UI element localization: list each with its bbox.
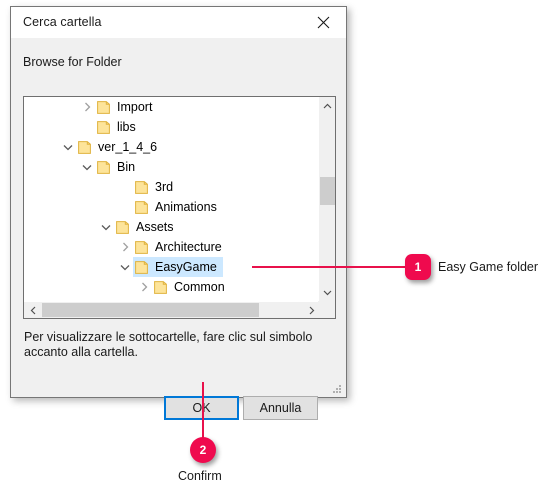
callout-2-label: Confirm (178, 469, 222, 483)
folder-icon (133, 257, 150, 277)
chevron-down-icon[interactable] (319, 284, 335, 301)
folder-icon (152, 277, 169, 297)
callout-1-leader-line (252, 266, 410, 268)
tree-item-label: Assets (136, 220, 174, 234)
tree-item-bin[interactable]: Bin (24, 157, 320, 177)
tree-item-label: Architecture (155, 240, 222, 254)
folder-icon (95, 97, 112, 117)
dialog-titlebar: Cerca cartella (11, 7, 346, 39)
tree-item-content[interactable]: Import (95, 97, 158, 117)
tree-item-content[interactable]: Common (152, 277, 231, 297)
chevron-right-icon[interactable] (136, 277, 152, 297)
tree-item-label: ver_1_4_6 (98, 140, 158, 154)
tree-item-animations[interactable]: Animations (24, 197, 320, 217)
tree-item-label: Animations (155, 200, 217, 214)
chevron-down-icon[interactable] (117, 257, 133, 277)
tree-item-label: Common (174, 280, 225, 294)
folder-tree-panel[interactable]: Import libs ver_1_4_6 Bin 3rd Animations Asset… (23, 96, 336, 319)
cancel-button[interactable]: Annulla (243, 396, 318, 420)
folder-icon (133, 237, 150, 257)
tree-item-content[interactable]: 3rd (133, 177, 179, 197)
tree-item-common[interactable]: Common (24, 277, 320, 297)
chevron-down-icon[interactable] (79, 157, 95, 177)
callout-2-leader-line (202, 382, 204, 444)
tree-item-content[interactable]: ver_1_4_6 (76, 137, 163, 157)
tree-item-label: Bin (117, 160, 136, 174)
folder-icon (133, 197, 150, 217)
tree-item-label: Import (117, 100, 153, 114)
folder-icon (95, 157, 112, 177)
twisty-spacer (117, 197, 133, 217)
folder-icon (114, 217, 131, 237)
browse-for-folder-label: Browse for Folder (23, 55, 122, 69)
tree-item-architecture[interactable]: Architecture (24, 237, 320, 257)
tree-item-content[interactable]: Architecture (133, 237, 228, 257)
horizontal-scrollbar-thumb[interactable] (42, 303, 259, 317)
tree-item-label: libs (117, 120, 136, 134)
tree-item-3rd[interactable]: 3rd (24, 177, 320, 197)
chevron-down-icon[interactable] (98, 217, 114, 237)
chevron-down-icon[interactable] (60, 137, 76, 157)
resize-grip[interactable] (331, 382, 343, 394)
tree-item-import[interactable]: Import (24, 97, 320, 117)
folder-icon (133, 177, 150, 197)
tree-item-content[interactable]: Animations (133, 197, 223, 217)
tree-item-label: 3rd (155, 180, 174, 194)
dialog-body: Browse for Folder Import libs ver_1_4_6 Bin… (11, 38, 346, 420)
tree-item-libs[interactable]: libs (24, 117, 320, 137)
twisty-spacer (117, 177, 133, 197)
vertical-scrollbar[interactable] (318, 97, 335, 301)
folder-icon (95, 117, 112, 137)
tree-item-content[interactable]: Bin (95, 157, 141, 177)
callout-1-label: Easy Game folder (438, 260, 539, 274)
tree-item-assets[interactable]: Assets (24, 217, 320, 237)
chevron-right-icon[interactable] (79, 97, 95, 117)
folder-tree-list[interactable]: Import libs ver_1_4_6 Bin 3rd Animations Asset… (24, 97, 320, 301)
chevron-up-icon[interactable] (319, 97, 335, 114)
chevron-left-icon[interactable] (24, 302, 41, 318)
callout-badge-2: 2 (190, 437, 216, 463)
close-icon[interactable] (301, 7, 346, 37)
tree-item-content[interactable]: EasyGame (133, 257, 223, 277)
callout-badge-1: 1 (405, 254, 431, 280)
browse-for-folder-dialog: Cerca cartella Browse for Folder Import l… (10, 6, 347, 420)
chevron-right-icon[interactable] (117, 237, 133, 257)
hint-text: Per visualizzare le sottocartelle, fare … (24, 330, 313, 359)
tree-item-content[interactable]: libs (95, 117, 142, 137)
tree-item-content[interactable]: Assets (114, 217, 180, 237)
tree-item-label: EasyGame (155, 260, 217, 274)
twisty-spacer (79, 117, 95, 137)
horizontal-scrollbar[interactable] (24, 301, 320, 318)
tree-item-ver-1-4-6[interactable]: ver_1_4_6 (24, 137, 320, 157)
dialog-title: Cerca cartella (23, 15, 102, 29)
folder-icon (76, 137, 93, 157)
vertical-scrollbar-thumb[interactable] (320, 177, 335, 205)
scrollbar-corner (318, 301, 335, 318)
